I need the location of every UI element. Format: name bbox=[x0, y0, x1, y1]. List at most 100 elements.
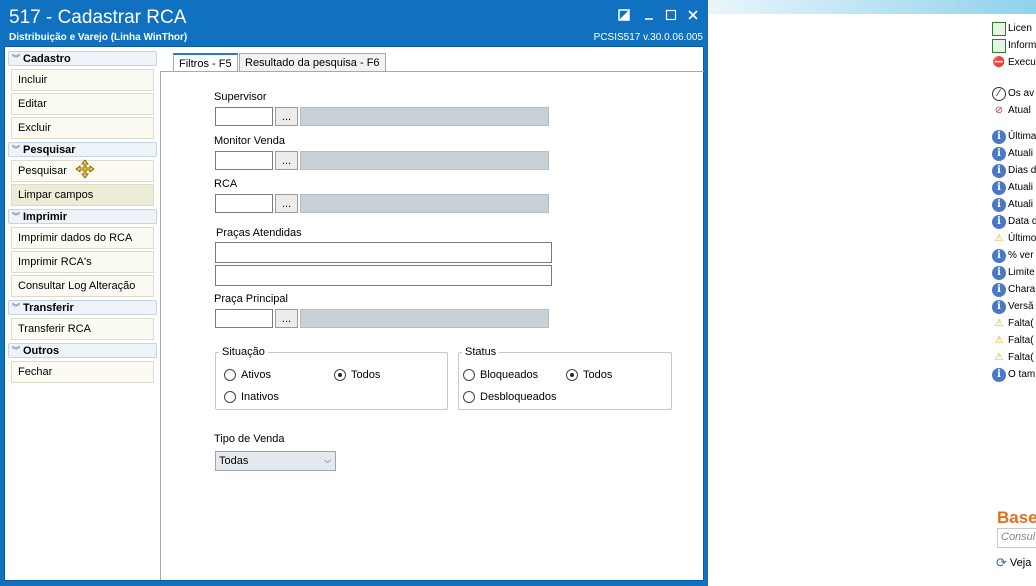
sidebar-group-imprimir[interactable]: ︾ Imprimir bbox=[8, 209, 157, 224]
background-application: Licen Inform ⛔ Execu ⁄ Os av ⊘ Atual i Última i Atu… bbox=[708, 0, 1036, 586]
warning-icon: ⚠ bbox=[994, 318, 1004, 329]
background-list-item-label: Limite bbox=[1008, 267, 1035, 278]
status-todos-label: Todos bbox=[583, 369, 613, 381]
info-icon: i bbox=[992, 248, 1006, 263]
background-list-item[interactable]: Inform bbox=[992, 37, 1036, 54]
info-icon: i bbox=[992, 265, 1006, 280]
background-list-item[interactable]: i Atuali bbox=[992, 145, 1036, 162]
supervisor-name-field bbox=[300, 107, 549, 126]
rca-code-input[interactable] bbox=[215, 194, 273, 213]
sidebar-item-incluir[interactable]: Incluir bbox=[11, 69, 154, 91]
status-todos-radio[interactable]: Todos bbox=[566, 369, 612, 381]
status-desbloqueados-radio[interactable]: Desbloqueados bbox=[463, 391, 556, 403]
sidebar-group-outros[interactable]: ︾ Outros bbox=[8, 343, 157, 358]
restore-icon[interactable] bbox=[615, 6, 633, 24]
close-icon[interactable] bbox=[684, 6, 702, 24]
praca-principal-lookup-button[interactable]: ... bbox=[275, 309, 298, 328]
situacao-legend: Situação bbox=[219, 346, 268, 358]
sidebar-group-transferir[interactable]: ︾ Transferir bbox=[8, 300, 157, 315]
collapse-chevron-icon: ︾ bbox=[12, 303, 20, 312]
filters-panel: Supervisor ... Monitor Venda ... RCA ...… bbox=[160, 71, 704, 580]
maximize-icon[interactable] bbox=[662, 6, 680, 24]
collapse-chevron-icon: ︾ bbox=[12, 54, 20, 63]
sidebar-item-editar[interactable]: Editar bbox=[11, 93, 154, 115]
sidebar-item-fechar[interactable]: Fechar bbox=[11, 361, 154, 383]
rca-label: RCA bbox=[214, 178, 238, 190]
sidebar-group-label: Cadastro bbox=[23, 52, 71, 65]
sidebar-group-label: Pesquisar bbox=[23, 143, 76, 156]
info-icon: i bbox=[992, 367, 1006, 382]
background-list-item[interactable]: ⛔ Execu bbox=[992, 54, 1036, 71]
background-list-item-label: Atual bbox=[1008, 105, 1031, 116]
tab-resultado[interactable]: Resultado da pesquisa - F6 bbox=[239, 53, 386, 71]
sidebar-item-limpar-campos[interactable]: Limpar campos bbox=[11, 184, 154, 206]
background-list-item[interactable]: ⚠ Último bbox=[992, 230, 1036, 247]
background-list-item[interactable]: i Última bbox=[992, 128, 1036, 145]
background-list-item[interactable]: ⁄ Os av bbox=[992, 85, 1036, 102]
tab-resultado-label: Resultado da pesquisa - F6 bbox=[245, 56, 380, 69]
sidebar-group-pesquisar[interactable]: ︾ Pesquisar bbox=[8, 142, 157, 157]
background-list-item[interactable]: i Atuali bbox=[992, 196, 1036, 213]
sidebar-group-label: Transferir bbox=[23, 301, 74, 314]
warning-icon: ⚠ bbox=[994, 233, 1004, 244]
background-list-item-label: Atuali bbox=[1008, 199, 1034, 210]
sidebar-item-excluir[interactable]: Excluir bbox=[11, 117, 154, 139]
background-list-item[interactable]: i Versã bbox=[992, 298, 1036, 315]
sidebar-item-consultar-log-alteracao[interactable]: Consultar Log Alteração bbox=[11, 275, 154, 297]
supervisor-code-input[interactable] bbox=[215, 107, 273, 126]
collapse-chevron-icon: ︾ bbox=[12, 145, 20, 154]
background-list-item[interactable]: i% ver bbox=[992, 247, 1036, 264]
background-list-item[interactable]: i Limite bbox=[992, 264, 1036, 281]
status-group: Status Bloqueados Todos Desbloqueados bbox=[458, 346, 672, 410]
license-icon bbox=[992, 38, 1006, 53]
monitor-venda-lookup-button[interactable]: ... bbox=[275, 151, 298, 170]
background-list-item[interactable]: iO tam bbox=[992, 366, 1036, 383]
background-list-item[interactable]: ⚠ Falta( bbox=[992, 349, 1036, 366]
rca-lookup-button[interactable]: ... bbox=[275, 194, 298, 213]
background-list-item[interactable]: ⚠ Falta( bbox=[992, 315, 1036, 332]
info-icon: i bbox=[992, 129, 1006, 144]
background-search-input[interactable]: Consul bbox=[997, 528, 1036, 548]
sidebar-group-cadastro[interactable]: ︾ Cadastro bbox=[8, 51, 157, 66]
monitor-venda-code-input[interactable] bbox=[215, 151, 273, 170]
supervisor-label: Supervisor bbox=[214, 91, 267, 103]
background-list-item-label: % ver bbox=[1008, 250, 1034, 261]
tipo-venda-label: Tipo de Venda bbox=[214, 433, 285, 445]
background-list-item[interactable]: i Chara bbox=[992, 281, 1036, 298]
background-list-item-label: Falta( bbox=[1008, 318, 1034, 329]
window-title: 517 - Cadastrar RCA bbox=[9, 7, 187, 28]
radio-circle bbox=[224, 369, 236, 381]
background-list-item[interactable]: ⊘ Atual bbox=[992, 102, 1036, 119]
background-list-item[interactable]: i Dias d bbox=[992, 162, 1036, 179]
sidebar-item-imprimir-rca-s[interactable]: Imprimir RCA's bbox=[11, 251, 154, 273]
background-footer-link[interactable]: ⟳ Veja bbox=[996, 555, 1031, 571]
warning-icon: ⚠ bbox=[994, 335, 1004, 346]
info-icon: i bbox=[992, 146, 1006, 161]
background-list-item[interactable]: ⚠ Falta( bbox=[992, 332, 1036, 349]
monitor-venda-label: Monitor Venda bbox=[214, 135, 285, 147]
background-list-item[interactable]: i Atuali bbox=[992, 179, 1036, 196]
radio-circle bbox=[224, 391, 236, 403]
background-list-item-label: Falta( bbox=[1008, 335, 1034, 346]
pracas-atendidas-codes-input[interactable] bbox=[215, 242, 552, 263]
situacao-todos-radio[interactable]: Todos bbox=[334, 369, 380, 381]
tipo-venda-select[interactable]: Todas ⌵ bbox=[215, 451, 336, 471]
praca-principal-code-input[interactable] bbox=[215, 309, 273, 328]
minimize-icon[interactable] bbox=[640, 6, 658, 24]
status-legend: Status bbox=[462, 346, 500, 358]
sidebar-item-imprimir-dados-do-rca[interactable]: Imprimir dados do RCA bbox=[11, 227, 154, 249]
background-list-item[interactable]: i Data d bbox=[992, 213, 1036, 230]
sidebar-item-transferir-rca[interactable]: Transferir RCA bbox=[11, 318, 154, 340]
status-bloqueados-radio[interactable]: Bloqueados bbox=[463, 369, 538, 381]
situacao-inativos-label: Inativos bbox=[241, 391, 279, 403]
tipo-venda-value: Todas bbox=[219, 455, 249, 467]
situacao-ativos-radio[interactable]: Ativos bbox=[224, 369, 271, 381]
execute-icon: ⛔ bbox=[992, 57, 1006, 68]
tab-filtros[interactable]: Filtros - F5 bbox=[173, 53, 238, 72]
background-list-item-label: Dias d bbox=[1008, 165, 1036, 176]
background-list-item[interactable]: Licen bbox=[992, 20, 1036, 37]
supervisor-lookup-button[interactable]: ... bbox=[275, 107, 298, 126]
status-desbloqueados-label: Desbloqueados bbox=[480, 391, 557, 403]
pracas-atendidas-names-input[interactable] bbox=[215, 265, 552, 286]
situacao-inativos-radio[interactable]: Inativos bbox=[224, 391, 279, 403]
